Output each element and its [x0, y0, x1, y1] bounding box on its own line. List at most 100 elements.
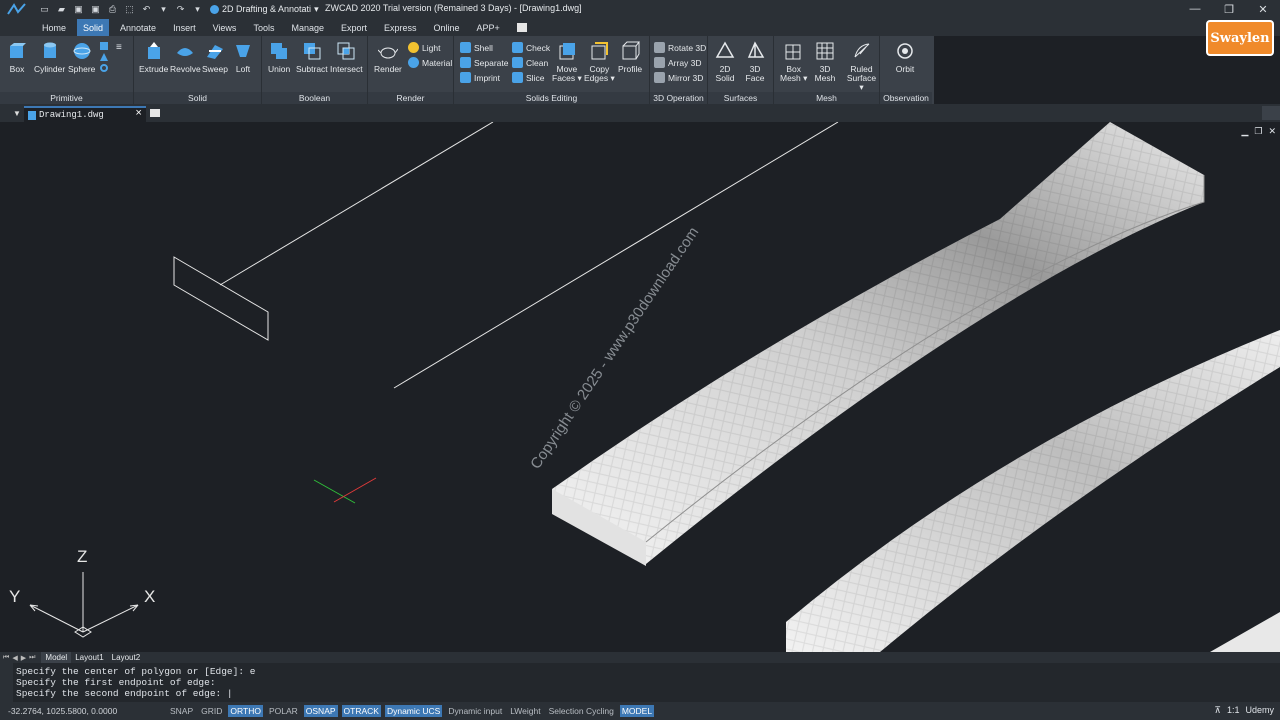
ortho-toggle[interactable]: ORTHO: [228, 705, 263, 717]
profile-button[interactable]: Profile: [618, 40, 642, 74]
otrack-toggle[interactable]: OTRACK: [341, 705, 381, 717]
viewport-close-icon[interactable]: ✕: [1268, 126, 1276, 137]
redo-icon[interactable]: ↷: [174, 3, 187, 15]
undo-icon[interactable]: ↶: [140, 3, 153, 15]
annotation-scale-icon[interactable]: ⊼: [1214, 705, 1221, 716]
layout-nav-prev-icon[interactable]: ◀: [12, 654, 17, 662]
redo-dropdown-icon[interactable]: ▾: [191, 3, 204, 15]
separate-button[interactable]: Separate: [460, 57, 509, 68]
document-menu-icon[interactable]: ▼: [13, 109, 21, 118]
tab-export[interactable]: Export: [335, 19, 373, 36]
command-prompt[interactable]: Specify the second endpoint of edge: |: [16, 688, 233, 699]
twisted-solid-1[interactable]: [552, 122, 1205, 566]
subtract-button[interactable]: Subtract: [296, 40, 328, 74]
imprint-button[interactable]: Imprint: [460, 72, 500, 83]
union-button[interactable]: Union: [268, 40, 290, 74]
restore-icon[interactable]: ❐: [1212, 0, 1246, 18]
tab-insert[interactable]: Insert: [167, 19, 202, 36]
move-faces-button[interactable]: Move Faces ▾: [552, 40, 582, 83]
layout-nav-next-icon[interactable]: ▶: [21, 654, 26, 662]
polysolid-icon[interactable]: ≡: [116, 42, 122, 53]
workspace-selector[interactable]: 2D Drafting & Annotati ▾: [210, 4, 319, 15]
material-button[interactable]: Material: [408, 57, 452, 68]
extrude-button[interactable]: Extrude: [139, 40, 168, 74]
print-icon[interactable]: ⎙: [106, 3, 119, 15]
close-icon[interactable]: ✕: [1246, 0, 1280, 18]
3d-mesh-button[interactable]: 3D Mesh: [814, 40, 836, 83]
lineweight-toggle[interactable]: LWeight: [508, 705, 542, 717]
annotation-scale[interactable]: 1:1: [1227, 705, 1240, 716]
wireframe-line-1[interactable]: [219, 122, 494, 286]
2d-solid-button[interactable]: 2D Solid: [714, 40, 736, 83]
loft-icon: [232, 40, 254, 62]
tab-tools[interactable]: Tools: [247, 19, 280, 36]
window-controls: — ❐ ✕: [1178, 0, 1280, 18]
layout-nav-first-icon[interactable]: ⏮: [3, 654, 9, 662]
intersect-button[interactable]: Intersect: [330, 40, 363, 74]
ruled-surface-button[interactable]: Ruled Surface ▾: [844, 40, 879, 92]
3d-face-button[interactable]: 3D Face: [744, 40, 766, 83]
open-folder-icon[interactable]: ▰: [55, 3, 68, 15]
document-tab-drawing1[interactable]: Drawing1.dwg ×: [24, 106, 146, 122]
minimize-icon[interactable]: —: [1178, 0, 1212, 18]
sweep-button[interactable]: Sweep: [202, 40, 228, 74]
torus-icon[interactable]: [100, 64, 108, 72]
model-space-drawing[interactable]: Copyright © 2025 - www.p30download.com Z…: [0, 122, 1280, 652]
box-button[interactable]: Box: [6, 40, 28, 74]
ucs-icon: Z Y X: [9, 547, 155, 638]
orbit-button[interactable]: Orbit: [894, 40, 916, 74]
save-icon[interactable]: ▣: [72, 3, 85, 15]
layout-tab-model[interactable]: Model: [41, 652, 72, 663]
dynamic-ucs-toggle[interactable]: Dynamic UCS: [384, 705, 443, 717]
layout-tab-layout1[interactable]: Layout1: [71, 652, 107, 663]
loft-button[interactable]: Loft: [232, 40, 254, 74]
light-button[interactable]: Light: [408, 42, 440, 53]
command-line[interactable]: Specify the center of polygon or [Edge]:…: [0, 663, 1280, 702]
render-button[interactable]: Render: [374, 40, 402, 74]
shell-button[interactable]: Shell: [460, 42, 493, 53]
ribbon-minimize-icon[interactable]: [516, 23, 527, 32]
save-as-icon[interactable]: ▣: [89, 3, 102, 15]
wireframe-rectangle[interactable]: [173, 256, 269, 341]
select-icon[interactable]: ⬚: [123, 3, 136, 15]
layout-nav-last-icon[interactable]: ⏭: [29, 654, 35, 662]
array-3d-button[interactable]: Array 3D: [654, 57, 702, 68]
osnap-toggle[interactable]: OSNAP: [303, 705, 338, 717]
cylinder-button[interactable]: Cylinder: [34, 40, 65, 74]
close-tab-icon[interactable]: ×: [135, 108, 142, 120]
tab-annotate[interactable]: Annotate: [114, 19, 162, 36]
drawing-canvas[interactable]: Copyright © 2025 - www.p30download.com Z…: [0, 122, 1280, 652]
tab-views[interactable]: Views: [207, 19, 243, 36]
tab-scroll-icon[interactable]: [1262, 106, 1280, 120]
copy-edges-button[interactable]: Copy Edges ▾: [584, 40, 615, 83]
rotate-3d-button[interactable]: Rotate 3D: [654, 42, 706, 53]
polar-toggle[interactable]: POLAR: [267, 705, 300, 717]
mirror-3d-button[interactable]: Mirror 3D: [654, 72, 703, 83]
check-button[interactable]: Check: [512, 42, 550, 53]
sphere-button[interactable]: Sphere: [68, 40, 95, 74]
dynamic-input-toggle[interactable]: Dynamic input: [446, 705, 504, 717]
clean-button[interactable]: Clean: [512, 57, 548, 68]
viewport-restore-icon[interactable]: ❐: [1254, 126, 1262, 137]
new-tab-icon[interactable]: [150, 109, 160, 117]
wedge-icon[interactable]: [100, 42, 108, 50]
cone-icon[interactable]: [100, 53, 108, 61]
box-mesh-button[interactable]: Box Mesh ▾: [780, 40, 807, 83]
tab-solid[interactable]: Solid: [77, 19, 110, 36]
model-space-toggle[interactable]: MODEL: [619, 705, 655, 717]
tab-express[interactable]: Express: [378, 19, 423, 36]
undo-dropdown-icon[interactable]: ▾: [157, 3, 170, 15]
zwcad-logo-icon[interactable]: [0, 0, 34, 18]
new-file-icon[interactable]: ▭: [38, 3, 51, 15]
grid-toggle[interactable]: GRID: [199, 705, 224, 717]
tab-online[interactable]: Online: [428, 19, 466, 36]
viewport-minimize-icon[interactable]: ▁: [1241, 126, 1248, 137]
tab-home[interactable]: Home: [36, 19, 72, 36]
tab-manage[interactable]: Manage: [285, 19, 330, 36]
revolve-button[interactable]: Revolve: [170, 40, 201, 74]
selection-cycling-toggle[interactable]: Selection Cycling: [547, 705, 616, 717]
slice-button[interactable]: Slice: [512, 72, 544, 83]
tab-app-plus[interactable]: APP+: [471, 19, 506, 36]
snap-toggle[interactable]: SNAP: [168, 705, 195, 717]
layout-tab-layout2[interactable]: Layout2: [108, 652, 144, 663]
